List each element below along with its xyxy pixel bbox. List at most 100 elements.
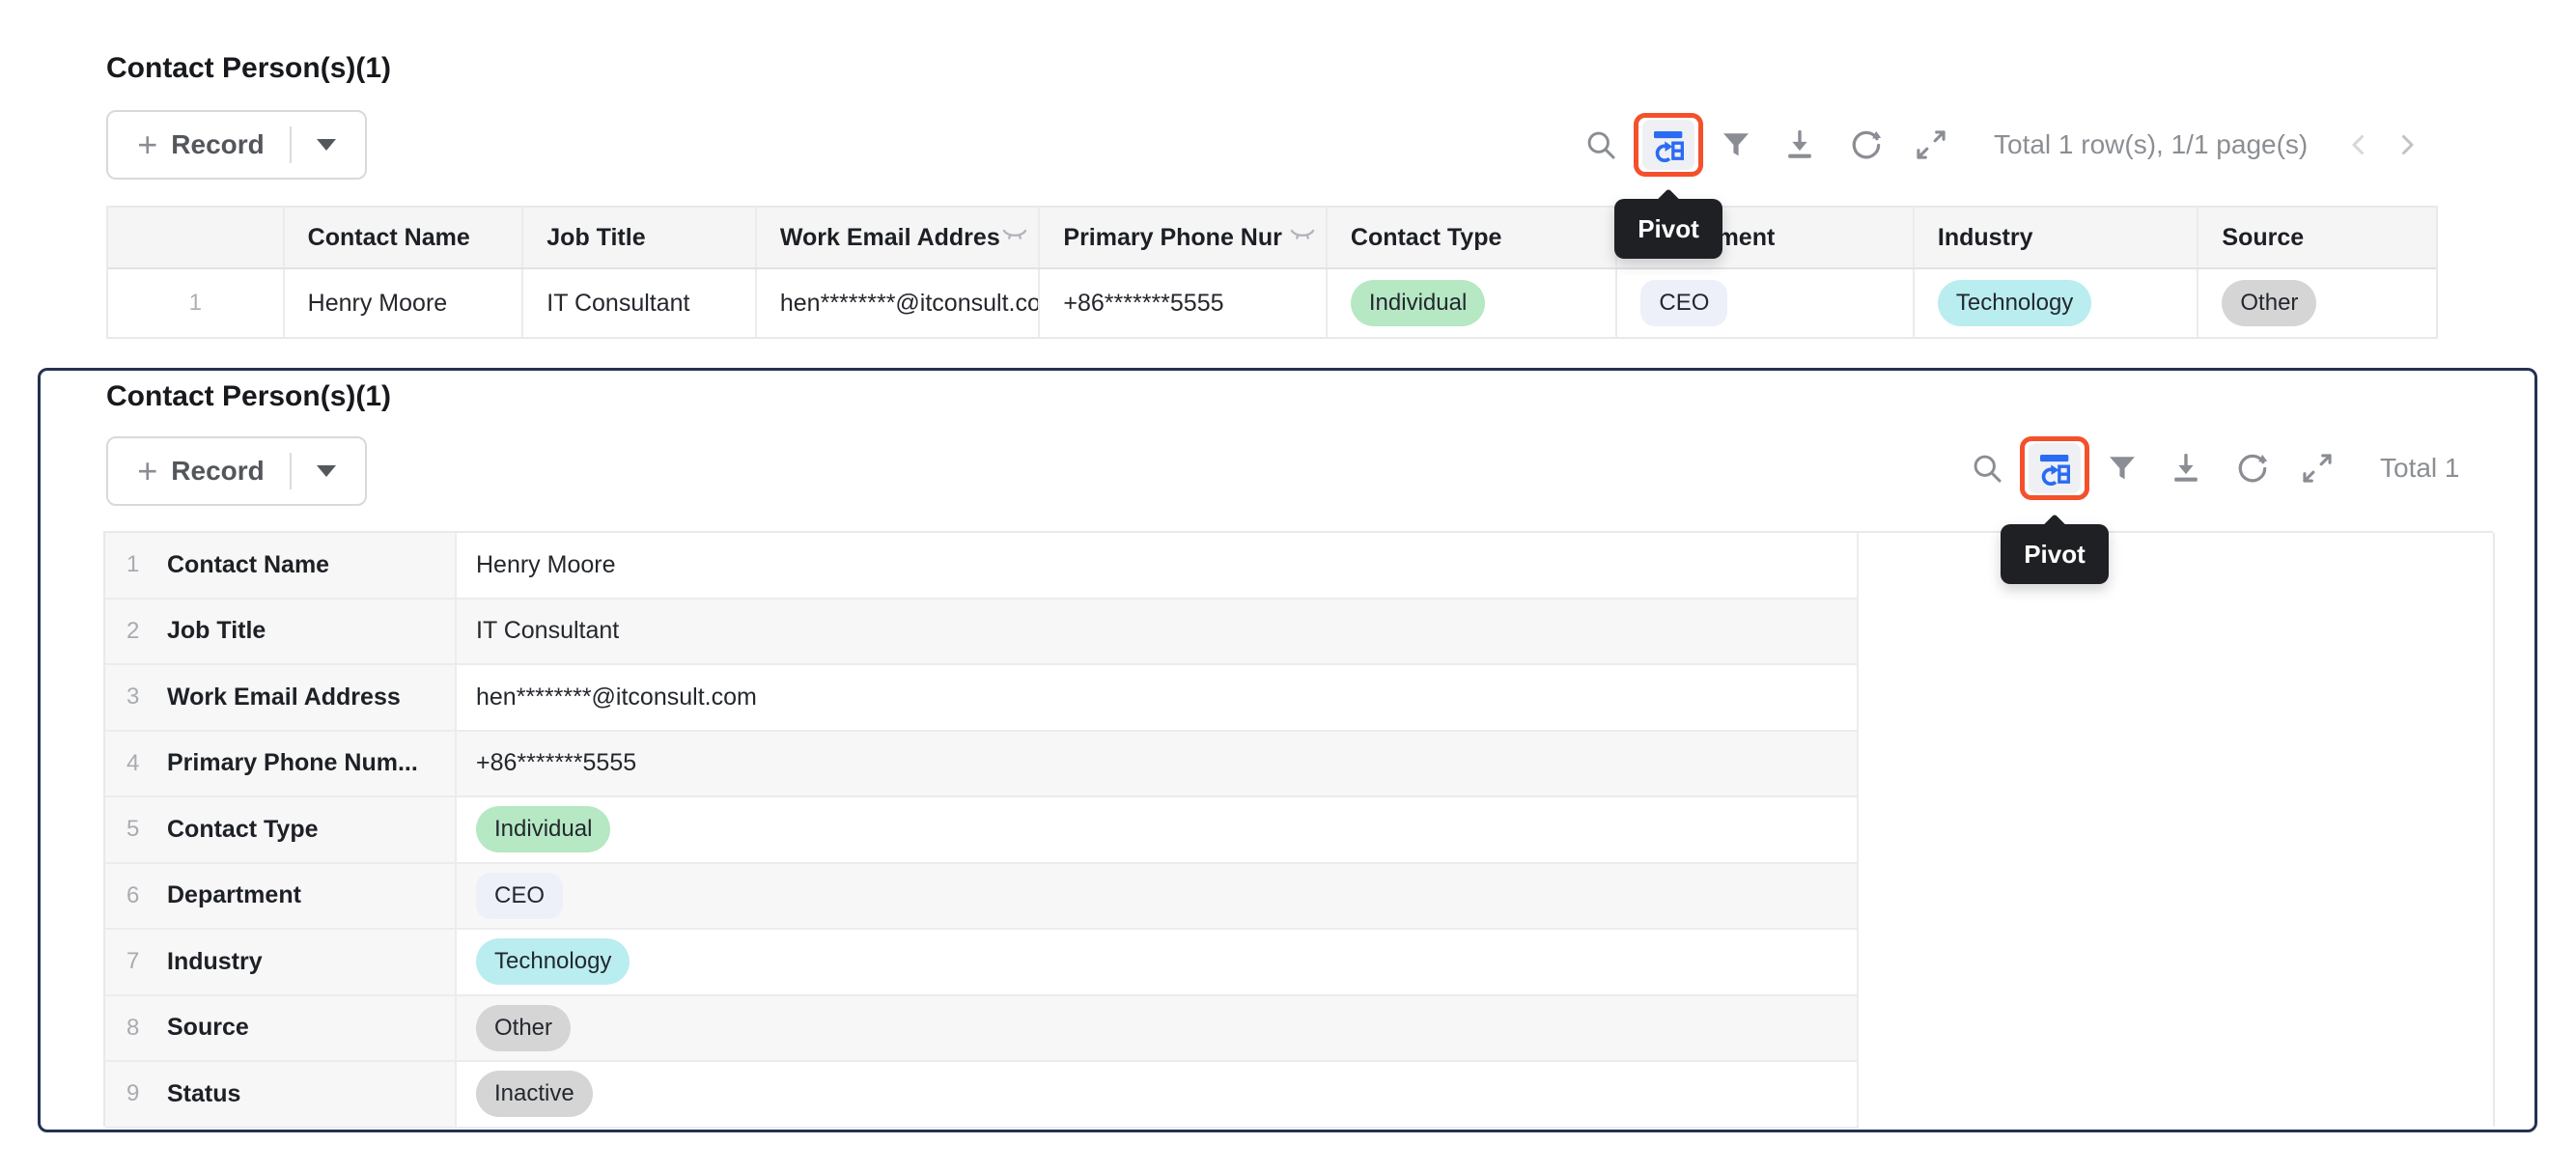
pivot-detail-table: 1 Contact Name Henry Moore 2 Job Title I… [103, 531, 2493, 1127]
column-header-index[interactable] [108, 208, 285, 267]
field-value-cell[interactable]: Inactive [457, 1062, 1859, 1127]
header-label: Job Title [546, 224, 645, 252]
cell-industry[interactable]: Technology [1915, 269, 2199, 337]
chevron-right-icon[interactable] [2394, 132, 2420, 157]
record-button-label: Record [171, 129, 264, 160]
search-icon[interactable] [1583, 127, 1618, 162]
detail-row[interactable]: 2 Job Title IT Consultant [105, 600, 1859, 666]
source-badge: Other [2222, 280, 2316, 326]
column-header-source[interactable]: Source [2198, 208, 2436, 267]
cell-contact-type[interactable]: Individual [1328, 269, 1618, 337]
pivot-icon [2029, 443, 2081, 493]
column-header-contact-name[interactable]: Contact Name [285, 208, 524, 267]
field-label-cell: 5 Contact Type [105, 797, 457, 862]
field-value-cell[interactable]: Technology [457, 930, 1859, 994]
column-header-job-title[interactable]: Job Title [523, 208, 757, 267]
detail-row[interactable]: 5 Contact Type Individual [105, 797, 1859, 864]
pivot-icon [1642, 120, 1694, 170]
cell-work-email[interactable]: hen********@itconsult.com [757, 269, 1041, 337]
field-value-cell[interactable]: +86*******5555 [457, 732, 1859, 796]
panel-title: Contact Person(s)(1) [106, 380, 391, 413]
field-label: Contact Name [167, 551, 329, 579]
button-divider [290, 453, 292, 489]
caret-down-icon[interactable] [317, 465, 336, 477]
field-value-cell[interactable]: IT Consultant [457, 600, 1859, 664]
field-label-cell: 4 Primary Phone Num... [105, 732, 457, 796]
top-toolbar: Total 1 row(s), 1/1 page(s) [1583, 110, 2420, 180]
field-label: Source [167, 1014, 249, 1042]
total-rows-text: Total 1 [2380, 453, 2460, 484]
cell-source[interactable]: Other [2198, 269, 2436, 337]
header-label: Contact Type [1351, 224, 1502, 252]
detail-row[interactable]: 6 Department CEO [105, 864, 1859, 931]
table-row[interactable]: 1 Henry Moore IT Consultant hen********@… [108, 269, 2436, 337]
expand-icon[interactable] [1913, 126, 1949, 163]
field-index: 2 [126, 618, 161, 645]
field-index: 4 [126, 750, 161, 777]
column-header-work-email[interactable]: Work Email Addres [757, 208, 1041, 267]
refresh-icon[interactable] [1848, 127, 1884, 163]
header-label: Contact Name [308, 224, 470, 252]
cell-contact-name[interactable]: Henry Moore [285, 269, 524, 337]
pivot-view-button[interactable] [1634, 113, 1703, 177]
header-label: Primary Phone Nur [1063, 224, 1281, 252]
caret-down-icon[interactable] [317, 139, 336, 151]
header-label: Industry [1938, 224, 2033, 252]
field-value-cell[interactable]: CEO [457, 864, 1859, 929]
column-header-contact-type[interactable]: Contact Type [1328, 208, 1618, 267]
field-label: Primary Phone Num... [167, 749, 418, 777]
cell-job-title[interactable]: IT Consultant [523, 269, 757, 337]
field-label-cell: 9 Status [105, 1062, 457, 1127]
field-value-cell[interactable]: Individual [457, 797, 1859, 862]
masked-eye-icon[interactable] [1289, 224, 1316, 252]
download-icon[interactable] [2169, 451, 2203, 486]
download-icon[interactable] [1782, 127, 1817, 162]
expand-icon[interactable] [2299, 450, 2336, 487]
column-header-industry[interactable]: Industry [1915, 208, 2199, 267]
field-label: Department [167, 881, 301, 909]
field-label-cell: 8 Source [105, 996, 457, 1061]
add-record-button[interactable]: + Record [106, 110, 367, 180]
field-value-cell[interactable]: hen********@itconsult.com [457, 665, 1859, 730]
detail-row[interactable]: 1 Contact Name Henry Moore [105, 533, 1859, 600]
column-header-primary-phone[interactable]: Primary Phone Nur [1040, 208, 1328, 267]
total-rows-text: Total 1 row(s), 1/1 page(s) [1994, 129, 2308, 160]
add-record-button[interactable]: + Record [106, 436, 367, 506]
pivot-tooltip: Pivot [1614, 199, 1722, 259]
industry-badge: Technology [1938, 280, 2091, 326]
field-label-cell: 1 Contact Name [105, 533, 457, 598]
cell-department[interactable]: CEO [1617, 269, 1914, 337]
refresh-icon[interactable] [2234, 451, 2270, 487]
pivot-view-button[interactable] [2020, 436, 2089, 500]
field-label: Industry [167, 948, 263, 976]
detail-row[interactable]: 9 Status Inactive [105, 1062, 1859, 1129]
industry-badge: Technology [476, 938, 630, 985]
detail-row[interactable]: 4 Primary Phone Num... +86*******5555 [105, 732, 1859, 798]
field-label: Job Title [167, 617, 266, 645]
cell-primary-phone[interactable]: +86*******5555 [1040, 269, 1328, 337]
plus-icon: + [137, 454, 157, 488]
search-icon[interactable] [1970, 451, 2004, 486]
contact-type-badge: Individual [1351, 280, 1485, 326]
department-badge: CEO [1640, 280, 1727, 326]
source-badge: Other [476, 1005, 571, 1051]
field-label-cell: 6 Department [105, 864, 457, 929]
detail-row[interactable]: 8 Source Other [105, 996, 1859, 1063]
field-index: 5 [126, 816, 161, 843]
field-label-cell: 3 Work Email Address [105, 665, 457, 730]
filter-icon[interactable] [2105, 451, 2140, 486]
masked-eye-icon[interactable] [1001, 224, 1028, 252]
grid-header-row: Contact Name Job Title Work Email Addres… [108, 208, 2436, 269]
bottom-toolbar: Total 1 [1970, 436, 2460, 500]
field-value-cell[interactable]: Henry Moore [457, 533, 1859, 598]
field-label: Contact Type [167, 816, 319, 844]
field-value-cell[interactable]: Other [457, 996, 1859, 1061]
button-divider [290, 126, 292, 163]
chevron-left-icon[interactable] [2346, 132, 2371, 157]
header-label: Work Email Addres [780, 224, 1000, 252]
record-button-label: Record [171, 456, 264, 487]
filter-icon[interactable] [1719, 127, 1753, 162]
field-index: 6 [126, 882, 161, 909]
detail-row[interactable]: 3 Work Email Address hen********@itconsu… [105, 665, 1859, 732]
detail-row[interactable]: 7 Industry Technology [105, 930, 1859, 996]
